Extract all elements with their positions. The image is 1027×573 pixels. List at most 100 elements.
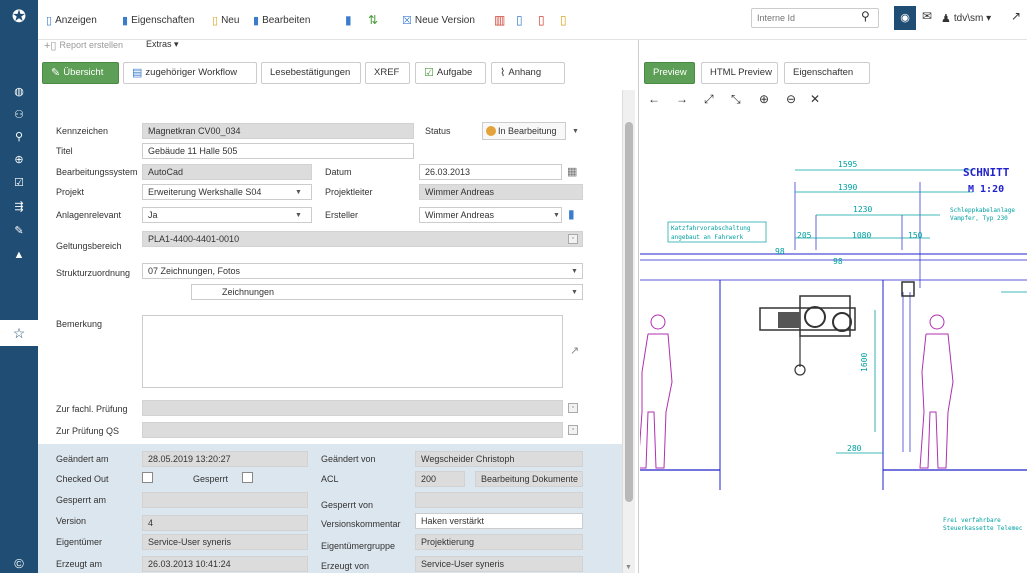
pruefung-qs-label: Zur Prüfung QS	[56, 426, 120, 436]
dim-text-98-a: 98	[775, 247, 785, 256]
status-gear-icon	[486, 126, 496, 136]
anzeigen-button[interactable]: ▯ Anzeigen	[46, 14, 97, 27]
chevron-down-icon[interactable]: ▼	[295, 189, 302, 196]
eigentuemergruppe-field: Projektierung	[415, 534, 583, 550]
lookup-icon[interactable]: ▫	[568, 425, 578, 435]
bemerkung-textarea[interactable]	[142, 315, 563, 388]
search-icon[interactable]: ⚲	[0, 128, 38, 146]
checked-out-checkbox[interactable]	[142, 472, 153, 483]
user-document-icon[interactable]: ▮	[568, 207, 575, 221]
lookup-icon[interactable]: ▫	[568, 403, 578, 413]
edit-document-icon: ▮	[253, 15, 260, 27]
tab-uebersicht[interactable]: ✎ Übersicht	[42, 62, 119, 84]
archive-document-icon[interactable]: ▯	[560, 13, 567, 27]
expand-icon[interactable]: ⤢	[704, 92, 714, 107]
form-scrollbar-thumb[interactable]	[625, 122, 633, 502]
app-logo-icon[interactable]: ✪	[7, 6, 31, 28]
titel-input[interactable]: Gebäude 11 Halle 505	[142, 143, 414, 159]
chevron-down-icon[interactable]: ▼	[553, 212, 560, 219]
geaendert-am-field: 28.05.2019 13:20:27	[142, 451, 308, 467]
datum-input[interactable]: 26.03.2013	[419, 164, 562, 180]
mail-icon[interactable]: ✉	[922, 9, 932, 23]
chevron-down-icon[interactable]: ▼	[571, 268, 578, 275]
projekt-select[interactable]: Erweiterung Werkshalle S04	[142, 184, 312, 200]
gesperrt-checkbox[interactable]	[242, 472, 253, 483]
new-document-icon: ▯	[212, 15, 219, 27]
search-icon[interactable]: ⚲	[861, 9, 870, 23]
fullscreen-icon[interactable]: ✕	[810, 92, 820, 106]
tab-xref[interactable]: XREF	[365, 62, 410, 84]
detail-tabs: ✎ Übersicht ▤ zugehöriger Workflow Lesebes…	[38, 62, 628, 86]
interne-id-input[interactable]	[751, 8, 879, 28]
upload-document-icon[interactable]: ▮	[345, 13, 352, 27]
ersteller-select[interactable]: Wimmer Andreas	[419, 207, 562, 223]
drawing-scale: M 1:20	[968, 184, 1004, 195]
geltungsbereich-field: PLA1-4400-4401-0010	[142, 231, 583, 247]
person-figure-right	[919, 314, 954, 469]
report-icon: +▯	[44, 40, 57, 52]
crane-trolley	[759, 281, 915, 376]
person-figure-left	[640, 314, 673, 469]
projektleiter-field: Wimmer Andreas	[419, 184, 583, 200]
anlagenrelevant-label: Anlagenrelevant	[56, 210, 122, 220]
pencil-icon[interactable]: ✎	[0, 222, 38, 240]
gesperrt-am-label: Gesperrt am	[56, 495, 107, 505]
zoom-out-icon[interactable]: ⊖	[786, 92, 796, 106]
geaendert-am-label: Geändert am	[56, 454, 109, 464]
delete-document-icon[interactable]: ▯	[538, 13, 545, 27]
tab-aufgabe[interactable]: ☑ Aufgabe	[415, 62, 486, 84]
hierarchy-icon[interactable]: ⚇	[0, 106, 38, 124]
versionskommentar-input[interactable]: Haken verstärkt	[415, 513, 583, 529]
strukturzuordnung-select-1[interactable]: 07 Zeichnungen, Fotos	[142, 263, 583, 279]
dashboard-icon[interactable]: ◍	[0, 83, 38, 101]
export-icon[interactable]: ▥	[494, 13, 505, 27]
note-3-line-2: Steuerkassette Telemec	[943, 525, 1023, 532]
eigentuemer-label: Eigentümer	[56, 537, 103, 547]
eigenschaften-button[interactable]: ▮ Eigenschaften	[122, 14, 194, 27]
neu-button[interactable]: ▯ Neu	[212, 14, 239, 27]
external-link-icon[interactable]: ↗	[1011, 9, 1021, 23]
pencil-icon: ✎	[51, 67, 61, 79]
preview-toggle-icon[interactable]: ◉	[894, 6, 916, 30]
share-icon[interactable]: ⇶	[0, 198, 38, 216]
drawing-preview[interactable]: 1595 1390 1230 205 1080 150 98 98 1600 2…	[640, 112, 1027, 573]
arrow-right-icon[interactable]: →	[676, 92, 688, 106]
chevron-down-icon[interactable]: ▼	[295, 212, 302, 219]
star-icon[interactable]: ☆	[0, 320, 38, 346]
zoom-in-icon[interactable]: ⊕	[759, 92, 769, 106]
copy-document-icon[interactable]: ▯	[516, 13, 523, 27]
scroll-down-arrow[interactable]: ▼	[625, 564, 632, 571]
document-form: Kennzeichen Magnetkran CV00_034 Status I…	[38, 112, 622, 573]
tab-workflow[interactable]: ▤ zugehöriger Workflow	[123, 62, 257, 84]
tab-anhang[interactable]: ⌇ Anhang	[491, 62, 565, 84]
lookup-icon[interactable]: ▫	[568, 234, 578, 244]
copyright-icon[interactable]: ©	[0, 556, 38, 571]
calendar-icon[interactable]: ▦	[567, 165, 577, 178]
tab-preview[interactable]: Preview	[644, 62, 695, 84]
search-plus-icon[interactable]: ⊕	[0, 151, 38, 169]
report-erstellen-button[interactable]: +▯ Report erstellen	[44, 39, 123, 52]
tab-lesebestaetigungen[interactable]: Lesebestätigungen	[261, 62, 361, 84]
open-editor-icon[interactable]: ↗	[570, 344, 579, 357]
arrow-left-icon[interactable]: ←	[648, 92, 660, 106]
version-icon: ☒	[402, 15, 412, 27]
graduation-cap-icon[interactable]: ▲	[0, 246, 38, 264]
strukturzuordnung-select-2[interactable]: Zeichnungen	[191, 284, 583, 300]
bearbeiten-button[interactable]: ▮ Bearbeiten	[253, 14, 310, 27]
paperclip-icon: ⌇	[500, 67, 506, 79]
split-divider[interactable]	[638, 40, 639, 573]
document-properties-icon: ▮	[122, 15, 129, 27]
sort-icon[interactable]: ⇅	[368, 13, 378, 27]
anlagenrelevant-select[interactable]: Ja	[142, 207, 312, 223]
extras-menu[interactable]: Extras ▾	[146, 39, 179, 50]
status-select[interactable]: In Bearbeitung	[482, 122, 566, 140]
user-menu[interactable]: ♟ tdv\sm ▾	[941, 12, 991, 25]
check-square-icon[interactable]: ☑	[0, 174, 38, 192]
chevron-down-icon[interactable]: ▼	[572, 128, 579, 135]
tab-html-preview[interactable]: HTML Preview	[701, 62, 778, 84]
chevron-down-icon[interactable]: ▼	[571, 289, 578, 296]
tab-eigenschaften[interactable]: Eigenschaften	[784, 62, 870, 84]
erzeugt-von-label: Erzeugt von	[321, 561, 370, 571]
neue-version-button[interactable]: ☒ Neue Version	[402, 14, 475, 27]
compress-icon[interactable]: ⤡	[731, 92, 741, 107]
